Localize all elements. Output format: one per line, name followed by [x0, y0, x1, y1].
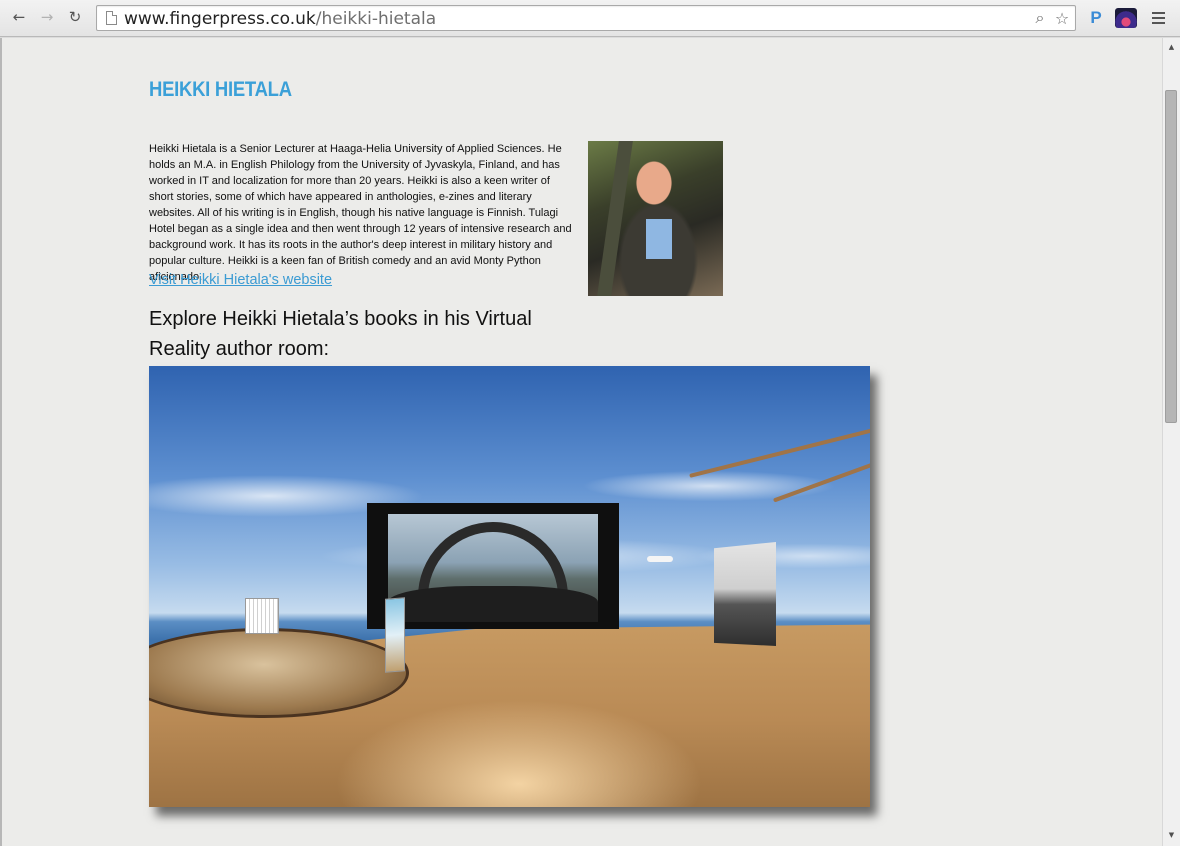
back-arrow-icon[interactable]: ← [8, 6, 30, 28]
url-host: www.fingerpress.co.uk [124, 9, 316, 29]
vr-author-room-scene[interactable] [149, 366, 870, 807]
star-icon[interactable]: ☆ [1052, 8, 1072, 28]
vr-room-heading: Explore Heikki Hietala’s books in his Vi… [149, 308, 532, 360]
scroll-thumb[interactable] [1165, 90, 1177, 423]
author-bio: Heikki Hietala is a Senior Lecturer at H… [149, 143, 572, 283]
page-title: HEIKKI HIETALA [149, 78, 292, 101]
page-viewport: HEIKKI HIETALA Heikki Hietala is a Senio… [0, 38, 1162, 846]
author-photo [588, 141, 723, 296]
vertical-scrollbar[interactable]: ▲ ▼ [1162, 38, 1180, 846]
cockpit-view [388, 514, 598, 622]
extension-gauge-icon[interactable] [1115, 8, 1137, 28]
hamburger-menu-icon[interactable] [1148, 8, 1168, 28]
airplane-icon [647, 556, 673, 562]
reload-icon[interactable]: ↻ [64, 6, 86, 28]
cockpit-dashboard [388, 586, 598, 622]
book-cover-panel[interactable] [385, 597, 405, 673]
book-panel[interactable] [245, 598, 279, 634]
photo-panel[interactable] [714, 542, 776, 646]
browser-toolbar: ← → ↻ www.fingerpress.co.uk/heikki-hieta… [0, 0, 1180, 37]
page-icon [106, 11, 117, 25]
extension-p-icon[interactable]: P [1085, 7, 1107, 29]
scroll-up-icon[interactable]: ▲ [1163, 40, 1180, 54]
url-path: /heikki-hietala [315, 9, 437, 29]
scroll-down-icon[interactable]: ▼ [1163, 828, 1180, 842]
author-website-link[interactable]: Visit Heikki Hietala's website [149, 272, 332, 288]
address-bar[interactable]: www.fingerpress.co.uk/heikki-hietala ⌕ ☆ [96, 5, 1076, 31]
search-icon[interactable]: ⌕ [1030, 8, 1050, 28]
url-text[interactable]: www.fingerpress.co.uk/heikki-hietala [124, 9, 436, 29]
forward-arrow-icon[interactable]: → [36, 6, 58, 28]
